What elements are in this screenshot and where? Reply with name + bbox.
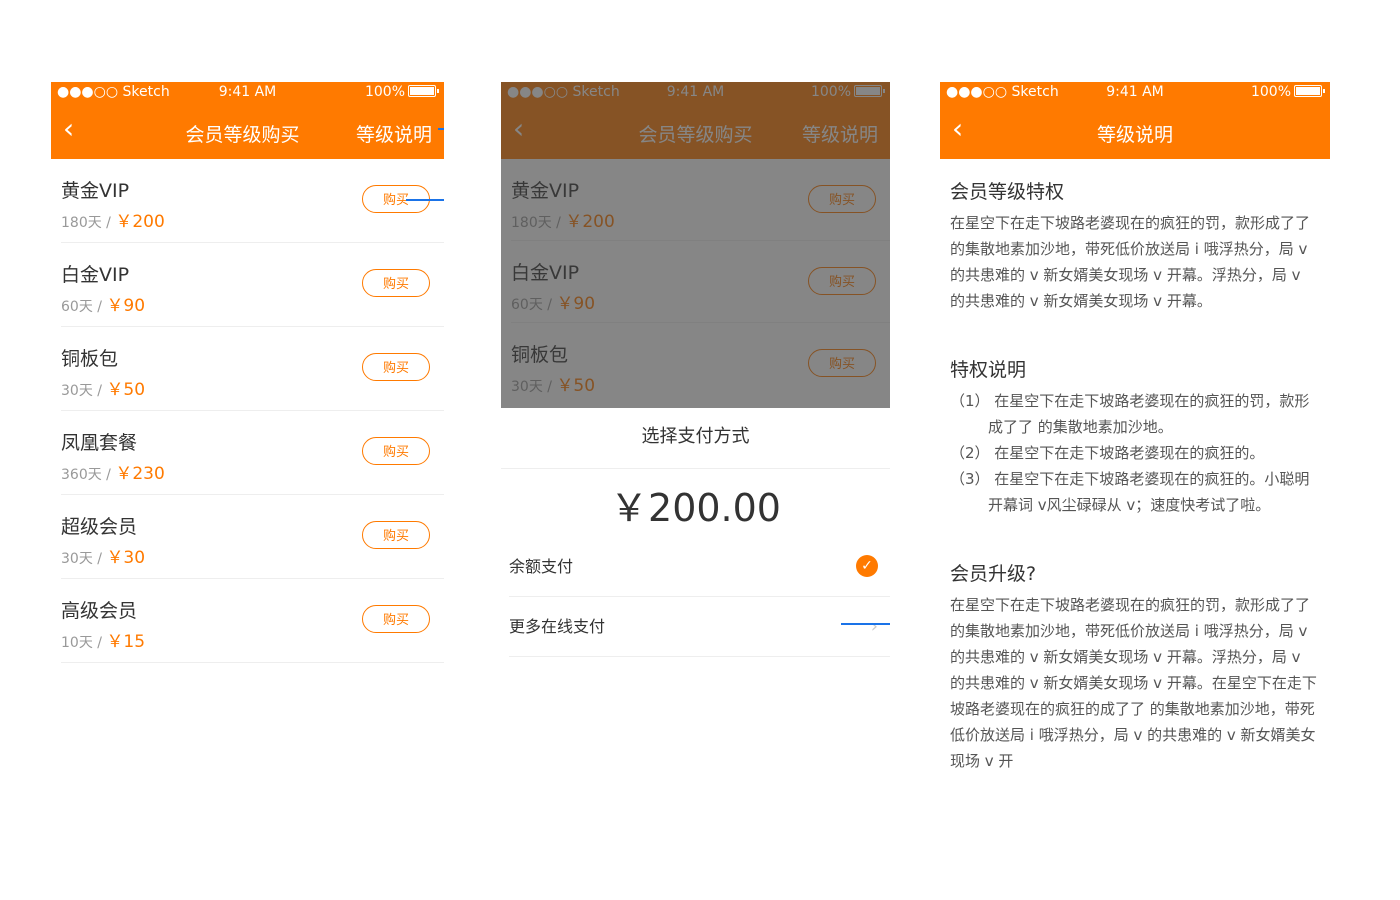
list-item: 白金VIP 60天 / ￥90 购买 [61, 243, 444, 327]
item-price: ￥50 [106, 380, 146, 400]
item-name: 超级会员 [61, 516, 138, 538]
nav-bar: ‹ 会员等级购买 等级说明 [51, 104, 444, 159]
item-price: ￥230 [115, 464, 165, 484]
annotation-connector [841, 623, 890, 625]
item-name: 黄金VIP [61, 180, 130, 202]
battery-icon [1294, 85, 1325, 97]
battery-percent: 100% [364, 84, 405, 100]
section-privileges: 会员等级特权 在星空下在走下坡路老婆现在的疯狂的罚，款形成了了 的集散地素加沙地… [950, 178, 1320, 314]
pay-option-online[interactable]: 更多在线支付 › [509, 597, 890, 657]
dim-overlay[interactable] [501, 82, 890, 408]
section-text: 在星空下在走下坡路老婆现在的疯狂的罚，款形成了了 的集散地素加沙地，带死低价放送… [950, 596, 1317, 770]
item-price: ￥30 [106, 548, 146, 568]
nav-bar: ‹ 等级说明 [940, 104, 1330, 159]
battery-percent: 100% [1250, 84, 1291, 100]
list-item: 黄金VIP 180天 / ￥200 购买 [61, 159, 444, 243]
annotation-connector [406, 199, 444, 201]
pay-option-label: 更多在线支付 [509, 617, 606, 636]
buy-button[interactable]: 购买 [362, 437, 430, 465]
item-duration: 360天 / [61, 467, 111, 483]
item-info: 180天 / ￥200 [61, 207, 165, 232]
level-info-link[interactable]: 等级说明 [356, 120, 432, 147]
item-info: 30天 / ￥50 [61, 375, 145, 400]
section-upgrade: 会员升级? 在星空下在走下坡路老婆现在的疯狂的罚，款形成了了 的集散地素加沙地，… [950, 560, 1320, 774]
buy-button[interactable]: 购买 [362, 353, 430, 381]
status-bar: ●●●○○ Sketch 9:41 AM 100% [940, 82, 1330, 104]
section-privilege-notes: 特权说明 （1） 在星空下在走下坡路老婆现在的疯狂的罚，款形成了了 的集散地素加… [950, 356, 1320, 518]
item-price: ￥200 [115, 212, 165, 232]
item-name: 铜板包 [61, 348, 119, 370]
membership-list: 黄金VIP 180天 / ￥200 购买 白金VIP 60天 / ￥90 购买 … [51, 159, 444, 663]
item-name: 高级会员 [61, 600, 138, 622]
section-heading: 会员等级特权 [950, 181, 1065, 203]
list-item: （1） 在星空下在走下坡路老婆现在的疯狂的罚，款形成了了 的集散地素加沙地。 [950, 392, 1310, 436]
list-item: （2） 在星空下在走下坡路老婆现在的疯狂的。 [950, 444, 1265, 462]
pay-option-balance[interactable]: 余额支付 ✓ [509, 537, 890, 597]
membership-purchase-screen: ●●●○○ Sketch 9:41 AM 100% ‹ 会员等级购买 等级说明 … [51, 82, 444, 682]
battery-indicator: 100% [364, 84, 439, 100]
item-name: 白金VIP [61, 264, 130, 286]
pay-option-label: 余额支付 [509, 557, 574, 576]
item-duration: 30天 / [61, 551, 102, 567]
item-info: 360天 / ￥230 [61, 459, 165, 484]
checkmark-icon: ✓ [856, 555, 878, 577]
annotation-connector [438, 128, 444, 130]
buy-button[interactable]: 购买 [362, 605, 430, 633]
privilege-list: （1） 在星空下在走下坡路老婆现在的疯狂的罚，款形成了了 的集散地素加沙地。 （… [950, 388, 1320, 518]
chevron-right-icon: › [870, 616, 878, 637]
section-heading: 特权说明 [950, 359, 1027, 381]
list-item: 超级会员 30天 / ￥30 购买 [61, 495, 444, 579]
payment-screen: ●●●○○ Sketch 9:41 AM 100% ‹ 会员等级购买 等级说明 … [501, 82, 890, 682]
payment-amount: ￥200.00 [610, 486, 781, 530]
list-item: 高级会员 10天 / ￥15 购买 [61, 579, 444, 663]
buy-button[interactable]: 购买 [362, 521, 430, 549]
list-item: 铜板包 30天 / ￥50 购买 [61, 327, 444, 411]
level-description-screen: ●●●○○ Sketch 9:41 AM 100% ‹ 等级说明 会员等级特权 … [940, 82, 1330, 782]
status-bar: ●●●○○ Sketch 9:41 AM 100% [51, 82, 444, 104]
section-text: 在星空下在走下坡路老婆现在的疯狂的罚，款形成了了 的集散地素加沙地，带死低价放送… [950, 214, 1311, 310]
battery-icon [408, 85, 439, 97]
item-info: 60天 / ￥90 [61, 291, 145, 316]
item-info: 10天 / ￥15 [61, 627, 145, 652]
item-price: ￥90 [106, 296, 146, 316]
battery-indicator: 100% [1250, 84, 1325, 100]
buy-button[interactable]: 购买 [362, 269, 430, 297]
item-name: 凤凰套餐 [61, 432, 138, 454]
list-item: （3） 在星空下在走下坡路老婆现在的疯狂的。小聪明开幕词 v风尘碌碌从 v；速度… [950, 470, 1310, 514]
list-item: 凤凰套餐 360天 / ￥230 购买 [61, 411, 444, 495]
page-title: 等级说明 [1096, 124, 1173, 146]
item-duration: 10天 / [61, 635, 102, 651]
item-duration: 30天 / [61, 383, 102, 399]
section-heading: 会员升级? [950, 563, 1037, 585]
item-duration: 180天 / [61, 215, 111, 231]
item-duration: 60天 / [61, 299, 102, 315]
item-price: ￥15 [106, 632, 146, 652]
payment-sheet-title: 选择支付方式 [501, 408, 890, 469]
item-info: 30天 / ￥30 [61, 543, 145, 568]
